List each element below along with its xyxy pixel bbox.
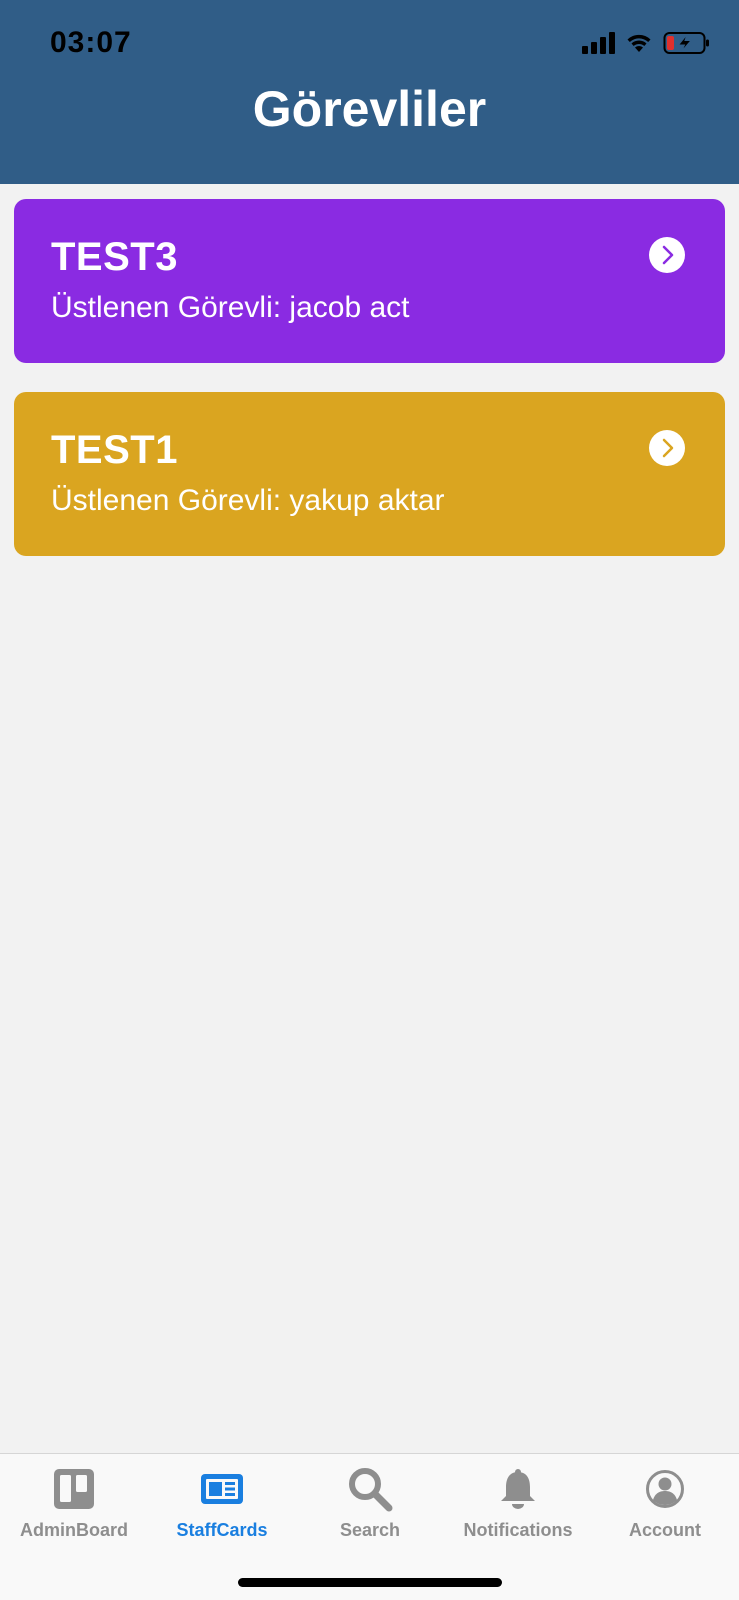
status-icons bbox=[582, 30, 711, 56]
card-title: TEST1 bbox=[51, 428, 178, 472]
staff-card[interactable]: TEST3 Üstlenen Görevli: jacob act bbox=[14, 199, 725, 363]
tab-label: Account bbox=[629, 1520, 701, 1540]
status-time: 03:07 bbox=[50, 26, 132, 59]
tab-label: AdminBoard bbox=[20, 1520, 128, 1540]
board-icon bbox=[51, 1466, 97, 1512]
screen: 03:07 Görevliler TEST3 Üstlenen Görevli:… bbox=[0, 0, 739, 1600]
wifi-icon bbox=[627, 34, 651, 52]
card-title: TEST3 bbox=[51, 235, 178, 279]
tab-label: Notifications bbox=[463, 1520, 573, 1540]
tab-adminboard[interactable]: AdminBoard bbox=[0, 1466, 148, 1556]
staff-card-list: TEST3 Üstlenen Görevli: jacob act TEST1 … bbox=[14, 199, 725, 585]
bell-icon bbox=[495, 1466, 541, 1512]
account-icon bbox=[642, 1466, 688, 1512]
battery-charging-icon bbox=[663, 32, 709, 54]
home-indicator bbox=[238, 1578, 502, 1587]
tab-search[interactable]: Search bbox=[296, 1466, 444, 1556]
tab-notifications[interactable]: Notifications bbox=[444, 1466, 592, 1556]
card-assignee: Üstlenen Görevli: jacob act bbox=[51, 291, 410, 324]
cellular-signal-icon bbox=[582, 32, 615, 54]
cards-icon bbox=[199, 1466, 245, 1512]
tab-label: Search bbox=[339, 1520, 401, 1540]
staff-card[interactable]: TEST1 Üstlenen Görevli: yakup aktar bbox=[14, 392, 725, 556]
chevron-right-circle-icon[interactable] bbox=[649, 430, 685, 466]
tab-staffcards[interactable]: StaffCards bbox=[148, 1466, 296, 1556]
search-icon bbox=[347, 1466, 393, 1512]
page-title: Görevliler bbox=[252, 81, 487, 137]
tab-label: StaffCards bbox=[176, 1520, 268, 1540]
chevron-right-circle-icon[interactable] bbox=[649, 237, 685, 273]
card-assignee: Üstlenen Görevli: yakup aktar bbox=[51, 484, 445, 517]
tab-account[interactable]: Account bbox=[591, 1466, 739, 1556]
header: 03:07 Görevliler bbox=[0, 0, 739, 184]
